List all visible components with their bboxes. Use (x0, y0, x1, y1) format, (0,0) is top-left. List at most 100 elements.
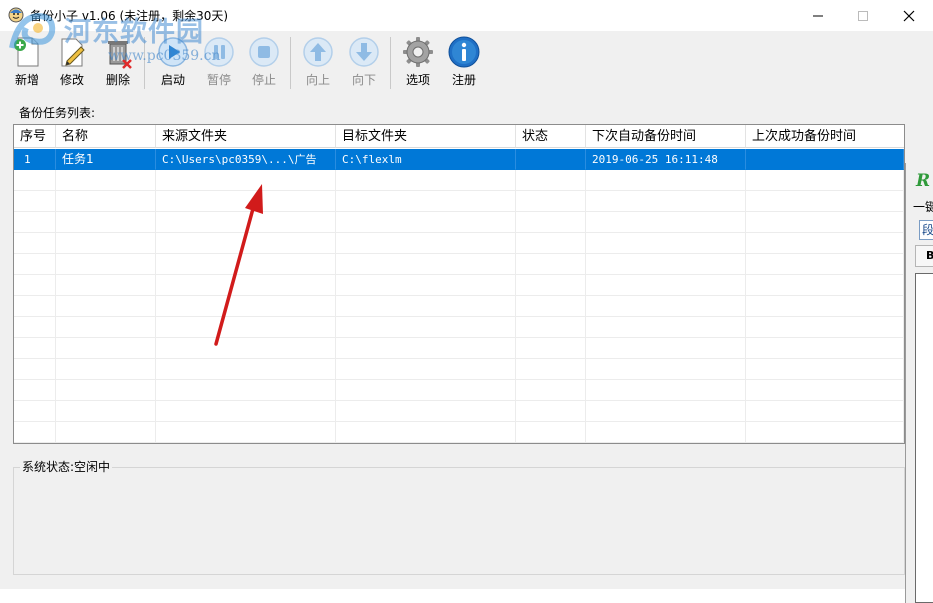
empty-cell (586, 380, 746, 401)
empty-cell (746, 317, 904, 338)
stop-icon (249, 37, 279, 67)
empty-table-row (14, 233, 904, 254)
move-up-button[interactable]: 向上 (295, 33, 341, 89)
empty-cell (156, 317, 336, 338)
empty-cell (516, 254, 586, 275)
empty-cell (516, 296, 586, 317)
empty-cell (746, 275, 904, 296)
svg-text:R: R (915, 171, 930, 190)
empty-cell (746, 380, 904, 401)
start-button[interactable]: 启动 (150, 33, 196, 89)
empty-cell (336, 254, 516, 275)
empty-cell (156, 359, 336, 380)
column-header-target[interactable]: 目标文件夹 (336, 125, 516, 148)
empty-cell (14, 380, 56, 401)
move-down-label: 向下 (351, 73, 376, 87)
app-icon (8, 7, 24, 23)
empty-cell (336, 422, 516, 443)
background-window-panel (915, 273, 933, 603)
empty-cell (516, 359, 586, 380)
empty-cell (586, 233, 746, 254)
toolbar: 新增 修改 删除 启动 暂停 停止 向上 向下 选项 注册 (0, 31, 933, 93)
empty-cell (336, 338, 516, 359)
empty-cell (14, 275, 56, 296)
empty-cell (56, 296, 156, 317)
options-button[interactable]: 选项 (395, 33, 441, 89)
gear-icon (403, 37, 433, 67)
empty-cell (56, 380, 156, 401)
main-area: 备份任务列表: 序号 名称 来源文件夹 目标文件夹 状态 下次自动备份时间 上次… (0, 92, 933, 589)
pause-label: 暂停 (206, 73, 231, 87)
options-label: 选项 (405, 73, 430, 87)
empty-cell (56, 212, 156, 233)
empty-cell (56, 359, 156, 380)
empty-cell (336, 233, 516, 254)
empty-table-row (14, 275, 904, 296)
empty-cell (586, 422, 746, 443)
empty-cell (56, 338, 156, 359)
minimize-button[interactable] (795, 0, 841, 31)
empty-cell (14, 212, 56, 233)
empty-cell (516, 401, 586, 422)
task-list-label: 备份任务列表: (19, 106, 96, 120)
empty-cell (516, 170, 586, 191)
new-button[interactable]: 新增 (4, 33, 50, 89)
empty-cell (516, 191, 586, 212)
window-title: 备份小子 v1.06 (未注册，剩余30天) (30, 9, 229, 23)
cell-name: 任务1 (56, 149, 156, 170)
new-document-icon (14, 37, 39, 67)
empty-cell (56, 422, 156, 443)
column-header-index[interactable]: 序号 (14, 125, 56, 148)
empty-cell (14, 233, 56, 254)
edit-label: 修改 (59, 73, 84, 87)
empty-cell (336, 191, 516, 212)
empty-cell (56, 275, 156, 296)
delete-button[interactable]: 删除 (95, 33, 141, 89)
empty-cell (156, 170, 336, 191)
empty-cell (336, 296, 516, 317)
empty-cell (336, 212, 516, 233)
system-status-label: 系统状态:空闲中 (20, 458, 113, 475)
empty-table-row (14, 317, 904, 338)
empty-cell (746, 212, 904, 233)
start-label: 启动 (160, 73, 185, 87)
background-window-field[interactable]: 段 (919, 220, 933, 240)
empty-cell (14, 191, 56, 212)
empty-cell (336, 359, 516, 380)
arrow-up-icon (303, 37, 333, 67)
empty-table-row (14, 359, 904, 380)
move-up-label: 向上 (305, 73, 330, 87)
stop-button[interactable]: 停止 (241, 33, 287, 89)
column-header-next-backup[interactable]: 下次自动备份时间 (586, 125, 746, 148)
empty-cell (746, 191, 904, 212)
edit-button[interactable]: 修改 (49, 33, 95, 89)
empty-cell (516, 338, 586, 359)
column-header-last-success[interactable]: 上次成功备份时间 (746, 125, 904, 148)
empty-cell (56, 191, 156, 212)
empty-cell (516, 275, 586, 296)
column-header-source[interactable]: 来源文件夹 (156, 125, 336, 148)
empty-cell (56, 233, 156, 254)
task-grid[interactable]: 序号 名称 来源文件夹 目标文件夹 状态 下次自动备份时间 上次成功备份时间 1… (13, 124, 905, 444)
empty-cell (336, 317, 516, 338)
empty-cell (586, 338, 746, 359)
pause-icon (204, 37, 234, 67)
empty-table-row (14, 422, 904, 443)
table-row[interactable]: 1 任务1 C:\Users\pc0359\...\广告 C:\flexlm 2… (14, 149, 904, 170)
play-icon (158, 37, 188, 67)
r-logo-icon: R (914, 170, 933, 193)
empty-cell (56, 170, 156, 191)
move-down-button[interactable]: 向下 (341, 33, 387, 89)
empty-cell (516, 317, 586, 338)
empty-cell (746, 254, 904, 275)
close-button[interactable] (886, 0, 932, 31)
column-header-name[interactable]: 名称 (56, 125, 156, 148)
empty-table-row (14, 170, 904, 191)
register-button[interactable]: 注册 (441, 33, 487, 89)
pause-button[interactable]: 暂停 (196, 33, 242, 89)
background-window-button[interactable]: B (915, 245, 933, 267)
empty-cell (156, 296, 336, 317)
stop-label: 停止 (251, 73, 276, 87)
column-header-status[interactable]: 状态 (516, 125, 586, 148)
background-window[interactable]: R 一键 段 B (905, 163, 933, 603)
